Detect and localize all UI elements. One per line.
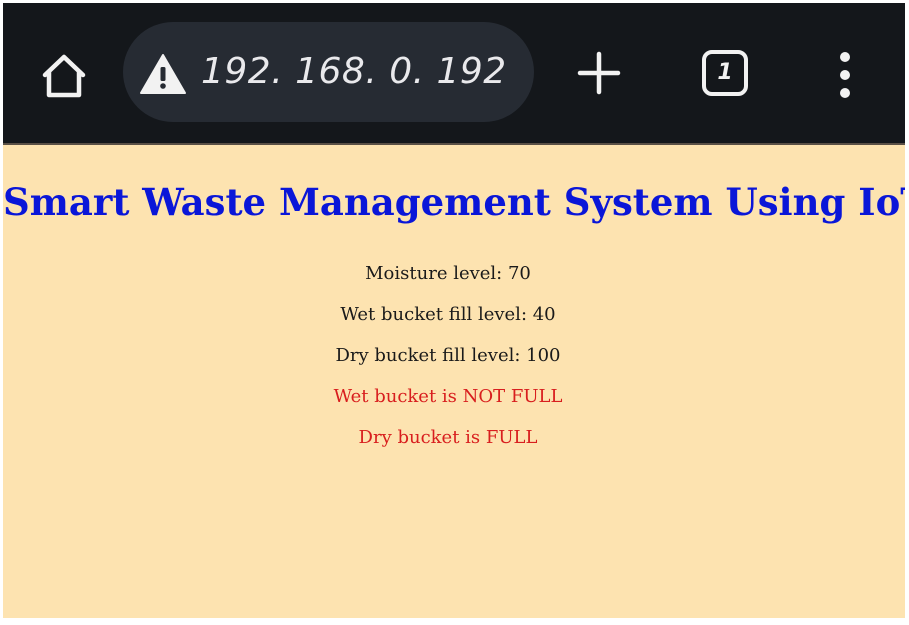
dry-bucket-status: Dry bucket is FULL [358,427,538,448]
tabs-button[interactable]: 1 [701,49,749,97]
url-text[interactable]: 192. 168. 0. 192 [201,47,507,97]
plus-icon[interactable] [577,51,621,95]
warning-icon[interactable] [139,53,187,95]
browser-toolbar: 192. 168. 0. 192 1 [3,3,905,143]
wet-bucket-status: Wet bucket is NOT FULL [333,386,563,407]
home-icon [42,54,86,98]
browser-window: 192. 168. 0. 192 1 Smart Waste Managemen… [3,3,905,618]
page-title: Smart Waste Management System Using IoT [3,180,905,224]
more-vertical-icon[interactable] [831,49,859,101]
dry-bucket-fill-level: Dry bucket fill level: 100 [335,345,561,366]
moisture-level: Moisture level: 70 [365,263,531,284]
home-button[interactable] [39,51,89,101]
tab-count: 1 [717,60,733,85]
page-content: Smart Waste Management System Using IoT … [3,145,905,618]
wet-bucket-fill-level: Wet bucket fill level: 40 [340,304,556,325]
